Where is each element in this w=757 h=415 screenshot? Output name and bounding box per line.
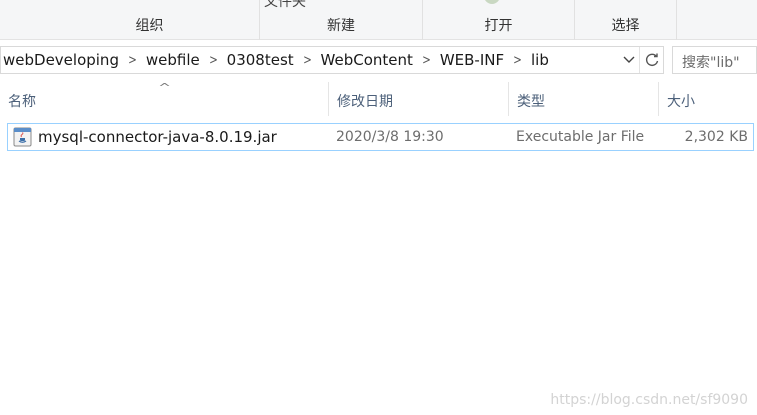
ribbon: 文件夹 组织 新建 打开 选择 — [0, 0, 757, 40]
breadcrumb-item[interactable]: webfile — [144, 51, 202, 69]
ribbon-group-organize[interactable]: 组织 — [40, 0, 260, 40]
chevron-down-icon[interactable] — [621, 47, 637, 73]
file-row[interactable]: mysql-connector-java-8.0.19.jar 2020/3/8… — [7, 123, 754, 151]
breadcrumb-item[interactable]: lib — [529, 51, 551, 69]
sort-up-icon: ^ — [158, 81, 172, 94]
chevron-right-icon[interactable]: > — [298, 53, 316, 68]
breadcrumb: webDeveloping > webfile > 0308test > Web… — [1, 47, 551, 73]
column-header-label: 修改日期 — [337, 94, 393, 110]
ribbon-group-label: 打开 — [484, 18, 513, 34]
watermark-text: https://blog.csdn.net/sf9090 — [550, 392, 748, 408]
column-header-date[interactable]: 修改日期 — [329, 82, 509, 116]
file-size: 2,302 KB — [684, 129, 748, 145]
file-name: mysql-connector-java-8.0.19.jar — [38, 128, 277, 146]
column-header-type[interactable]: 类型 — [509, 82, 659, 116]
file-type: Executable Jar File — [516, 129, 645, 145]
search-input[interactable]: 搜索"lib" — [672, 46, 757, 74]
breadcrumb-item[interactable]: WebContent — [319, 51, 415, 69]
ribbon-group-label: 组织 — [135, 18, 164, 34]
chevron-right-icon[interactable]: > — [508, 53, 526, 68]
breadcrumb-item[interactable]: WEB-INF — [438, 51, 506, 69]
java-jar-icon — [13, 127, 32, 147]
ribbon-group-label: 选择 — [611, 18, 640, 34]
ribbon-group-new[interactable]: 新建 — [260, 0, 423, 40]
column-header-row: 名称 ^ 修改日期 类型 大小 — [0, 81, 757, 116]
column-header-size[interactable]: 大小 — [659, 82, 757, 116]
file-modified-date: 2020/3/8 19:30 — [336, 129, 444, 145]
breadcrumb-item[interactable]: webDeveloping — [1, 51, 121, 69]
column-header-label: 名称 — [8, 94, 36, 110]
chevron-right-icon[interactable]: > — [204, 53, 222, 68]
column-header-label: 大小 — [667, 94, 695, 110]
column-header-name[interactable]: 名称 ^ — [0, 81, 329, 116]
ribbon-group-label: 新建 — [327, 18, 355, 34]
ribbon-group-select[interactable]: 选择 — [575, 0, 677, 40]
column-header-label: 类型 — [517, 94, 545, 110]
chevron-right-icon[interactable]: > — [123, 53, 141, 68]
address-bar[interactable]: webDeveloping > webfile > 0308test > Web… — [0, 46, 664, 74]
ribbon-group-open[interactable]: 打开 — [423, 0, 575, 40]
chevron-right-icon[interactable]: > — [417, 53, 435, 68]
breadcrumb-item[interactable]: 0308test — [225, 51, 296, 69]
refresh-icon[interactable] — [639, 47, 663, 73]
